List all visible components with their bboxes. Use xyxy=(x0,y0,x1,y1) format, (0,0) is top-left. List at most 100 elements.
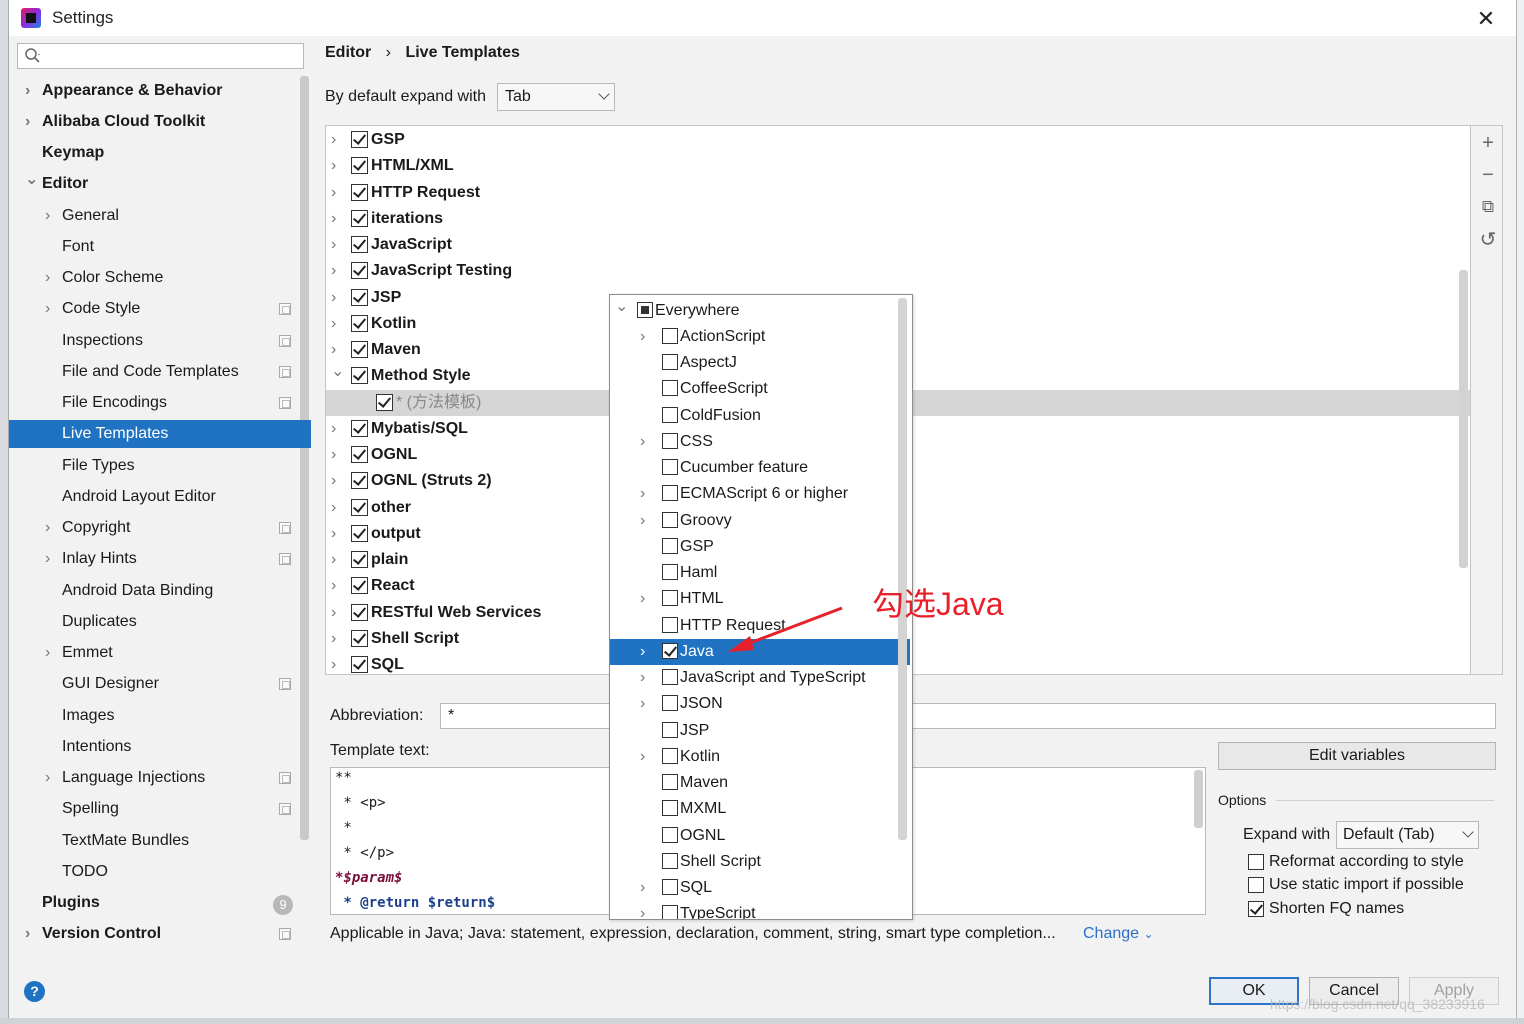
chevron-right-icon[interactable]: › xyxy=(331,600,336,626)
context-checkbox[interactable] xyxy=(662,879,678,895)
template-checkbox[interactable] xyxy=(351,262,368,279)
sidebar-item[interactable]: › Emmet xyxy=(9,639,299,667)
context-item[interactable]: Shell Script xyxy=(610,849,910,875)
context-item[interactable]: › TypeScript xyxy=(610,901,910,919)
sidebar-item[interactable]: Inspections xyxy=(9,327,299,355)
edit-variables-button[interactable]: Edit variables xyxy=(1218,742,1496,770)
chevron-right-icon[interactable]: › xyxy=(331,652,336,674)
context-checkbox[interactable] xyxy=(662,485,678,501)
sidebar-item[interactable]: › Color Scheme xyxy=(9,264,299,292)
chevron-right-icon[interactable]: › xyxy=(331,180,336,206)
chevron-right-icon[interactable]: › xyxy=(331,495,336,521)
context-checkbox[interactable] xyxy=(662,669,678,685)
template-checkbox[interactable] xyxy=(351,289,368,306)
chevron-down-icon[interactable]: ⌄ xyxy=(615,295,628,320)
context-item[interactable]: MXML xyxy=(610,796,910,822)
chevron-right-icon[interactable]: › xyxy=(640,429,645,455)
context-checkbox[interactable] xyxy=(662,774,678,790)
chevron-right-icon[interactable]: › xyxy=(45,639,50,667)
chevron-right-icon[interactable]: › xyxy=(25,108,30,136)
sidebar-item[interactable]: › Code Style xyxy=(9,295,299,323)
shorten-fq-checkbox[interactable] xyxy=(1248,901,1264,917)
context-checkbox[interactable] xyxy=(637,302,653,318)
chevron-right-icon[interactable]: › xyxy=(640,586,645,612)
chevron-right-icon[interactable]: › xyxy=(25,920,30,948)
sidebar-item[interactable]: Live Templates xyxy=(9,420,311,448)
template-checkbox[interactable] xyxy=(351,367,368,384)
chevron-right-icon[interactable]: › xyxy=(640,508,645,534)
context-item[interactable]: CoffeeScript xyxy=(610,376,910,402)
sidebar-item[interactable]: › General xyxy=(9,202,299,230)
sidebar-item[interactable]: Images xyxy=(9,702,299,730)
template-checkbox[interactable] xyxy=(351,577,368,594)
chevron-right-icon[interactable]: › xyxy=(640,665,645,691)
context-item[interactable]: › JavaScript and TypeScript xyxy=(610,665,910,691)
template-group[interactable]: › HTTP Request xyxy=(326,180,1470,206)
context-checkbox[interactable] xyxy=(662,748,678,764)
context-item[interactable]: › CSS xyxy=(610,429,910,455)
template-group[interactable]: › iterations xyxy=(326,206,1470,232)
context-checkbox[interactable] xyxy=(662,722,678,738)
sidebar-item[interactable]: File Encodings xyxy=(9,389,299,417)
context-checkbox[interactable] xyxy=(662,905,678,919)
context-checkbox[interactable] xyxy=(662,827,678,843)
context-item[interactable]: ColdFusion xyxy=(610,403,910,429)
sidebar-item[interactable]: GUI Designer xyxy=(9,670,299,698)
chevron-right-icon[interactable]: › xyxy=(331,285,336,311)
sidebar-item[interactable]: Android Data Binding xyxy=(9,577,299,605)
context-checkbox[interactable] xyxy=(662,433,678,449)
chevron-down-icon[interactable]: ⌄ xyxy=(25,166,38,194)
sidebar-item[interactable]: Android Layout Editor xyxy=(9,483,299,511)
context-checkbox[interactable] xyxy=(662,853,678,869)
chevron-right-icon[interactable]: › xyxy=(640,639,645,665)
chevron-down-icon[interactable]: ⌄ xyxy=(331,359,344,385)
context-checkbox[interactable] xyxy=(662,512,678,528)
sidebar-item[interactable]: › Appearance & Behavior xyxy=(9,77,299,105)
context-checkbox[interactable] xyxy=(662,538,678,554)
chevron-right-icon[interactable]: › xyxy=(331,258,336,284)
sidebar-item[interactable]: Duplicates xyxy=(9,608,299,636)
copy-icon[interactable]: ⧉ xyxy=(1478,197,1498,217)
context-item[interactable]: › ActionScript xyxy=(610,324,910,350)
chevron-right-icon[interactable]: › xyxy=(331,153,336,179)
context-popup-scrollbar[interactable] xyxy=(898,298,907,840)
chevron-right-icon[interactable]: › xyxy=(640,875,645,901)
close-icon[interactable]: ✕ xyxy=(1475,6,1497,32)
sidebar-item[interactable]: Font xyxy=(9,233,299,261)
context-checkbox[interactable] xyxy=(662,407,678,423)
context-checkbox[interactable] xyxy=(662,354,678,370)
template-checkbox[interactable] xyxy=(351,236,368,253)
context-item[interactable]: › JSON xyxy=(610,691,910,717)
sidebar-item[interactable]: File Types xyxy=(9,452,299,480)
chevron-right-icon[interactable]: › xyxy=(331,626,336,652)
sidebar-item[interactable]: Spelling xyxy=(9,795,299,823)
sidebar-item[interactable]: TODO xyxy=(9,858,299,886)
template-checkbox[interactable] xyxy=(351,630,368,647)
template-checkbox[interactable] xyxy=(376,394,393,411)
chevron-right-icon[interactable]: › xyxy=(331,521,336,547)
sidebar-item[interactable]: ⌄ Editor xyxy=(9,170,299,198)
template-checkbox[interactable] xyxy=(351,604,368,621)
sidebar-scrollbar[interactable] xyxy=(300,76,309,840)
chevron-right-icon[interactable]: › xyxy=(45,264,50,292)
help-icon[interactable]: ? xyxy=(24,981,45,1002)
template-checkbox[interactable] xyxy=(351,525,368,542)
template-checkbox[interactable] xyxy=(351,551,368,568)
sidebar-item[interactable]: › Version Control xyxy=(9,920,299,948)
context-item[interactable]: › ECMAScript 6 or higher xyxy=(610,481,910,507)
chevron-right-icon[interactable]: › xyxy=(331,416,336,442)
reformat-checkbox[interactable] xyxy=(1248,854,1264,870)
chevron-right-icon[interactable]: › xyxy=(45,764,50,792)
sidebar-item[interactable]: TextMate Bundles xyxy=(9,827,299,855)
sidebar-item[interactable]: › Inlay Hints xyxy=(9,545,299,573)
sidebar-item[interactable]: Intentions xyxy=(9,733,299,761)
chevron-right-icon[interactable]: › xyxy=(45,202,50,230)
context-item[interactable]: OGNL xyxy=(610,823,910,849)
template-checkbox[interactable] xyxy=(351,131,368,148)
sidebar-item[interactable]: File and Code Templates xyxy=(9,358,299,386)
chevron-right-icon[interactable]: › xyxy=(640,901,645,919)
template-group[interactable]: › GSP xyxy=(326,127,1470,153)
template-group[interactable]: › JavaScript Testing xyxy=(326,258,1470,284)
chevron-right-icon[interactable]: › xyxy=(640,481,645,507)
template-checkbox[interactable] xyxy=(351,472,368,489)
